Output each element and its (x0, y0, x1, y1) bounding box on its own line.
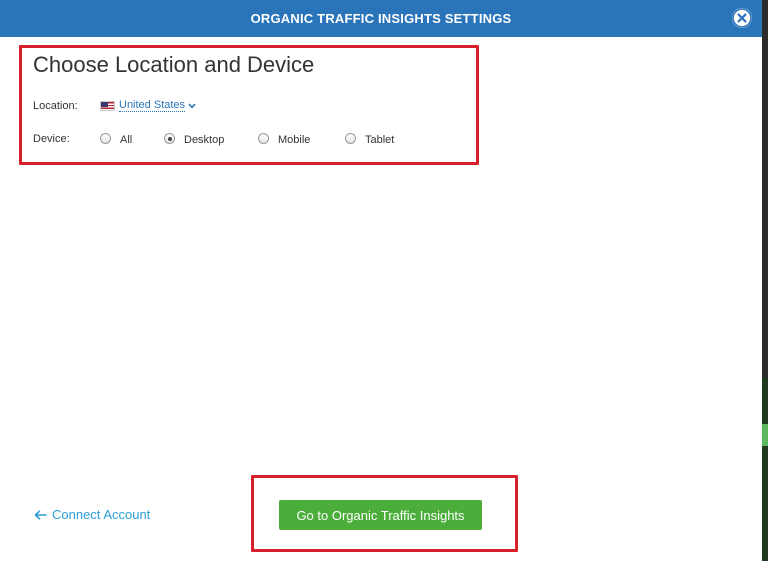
device-option-label: Desktop (184, 134, 225, 146)
device-radio-group: All Desktop Mobile Tablet (0, 131, 480, 149)
background-app-edge (762, 378, 768, 561)
arrow-left-icon (34, 509, 47, 520)
settings-modal: ORGANIC TRAFFIC INSIGHTS SETTINGS Choose… (0, 0, 762, 561)
location-dropdown[interactable]: United States (100, 99, 196, 112)
device-option-desktop[interactable]: Desktop (164, 131, 224, 146)
device-option-tablet[interactable]: Tablet (345, 131, 394, 146)
device-option-label: Mobile (278, 134, 311, 146)
location-label: Location: (33, 100, 78, 112)
radio-button-mobile[interactable] (258, 133, 269, 144)
modal-title: ORGANIC TRAFFIC INSIGHTS SETTINGS (250, 11, 512, 26)
connect-account-link[interactable]: Connect Account (34, 507, 150, 522)
modal-header: ORGANIC TRAFFIC INSIGHTS SETTINGS (0, 0, 762, 37)
device-option-mobile[interactable]: Mobile (258, 131, 310, 146)
radio-button-tablet[interactable] (345, 133, 356, 144)
connect-account-label: Connect Account (52, 507, 151, 522)
device-option-label: All (120, 134, 133, 146)
chevron-down-icon (188, 103, 196, 109)
close-button[interactable] (732, 8, 752, 28)
radio-button-all[interactable] (100, 133, 111, 144)
radio-button-desktop[interactable] (164, 133, 175, 144)
device-option-all[interactable]: All (100, 131, 132, 146)
location-value: United States (119, 99, 186, 112)
go-to-organic-traffic-insights-button[interactable]: Go to Organic Traffic Insights (279, 500, 482, 530)
us-flag-icon (100, 100, 115, 111)
section-title: Choose Location and Device (33, 52, 315, 77)
device-option-label: Tablet (365, 134, 395, 146)
close-circle-icon (732, 8, 752, 28)
